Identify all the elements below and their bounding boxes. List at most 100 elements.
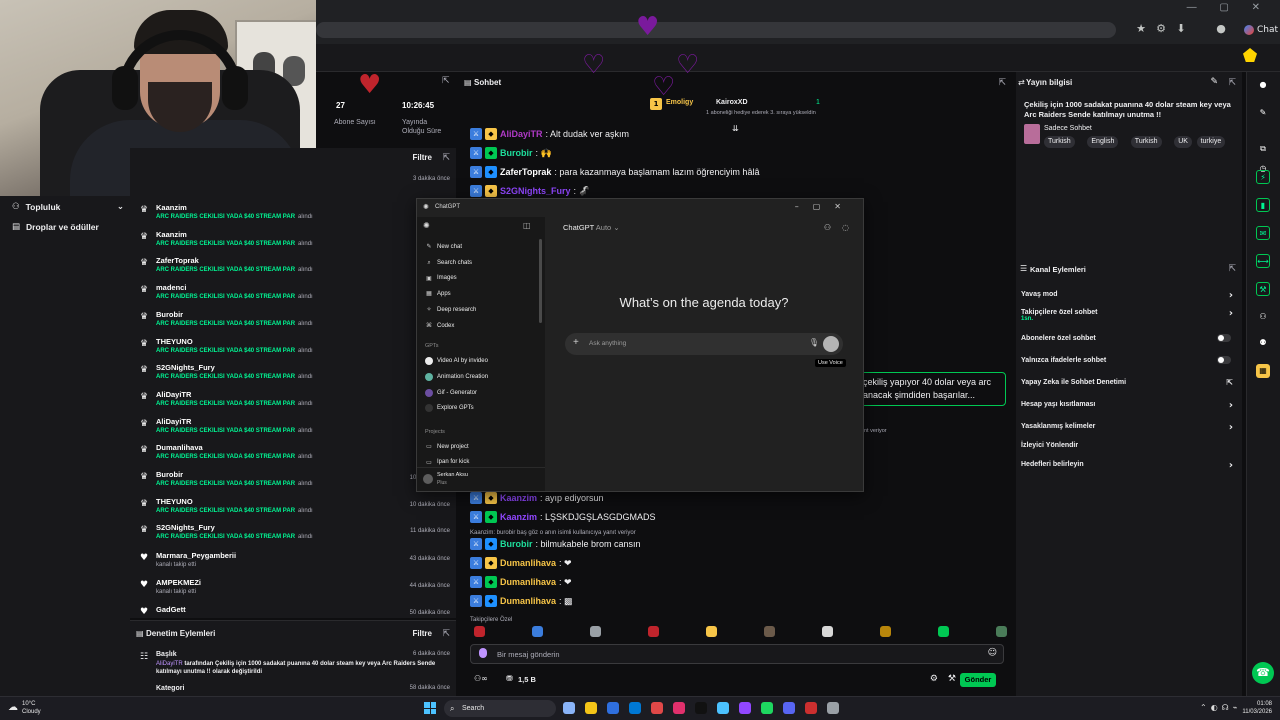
taskbar-app-icon[interactable] [739, 702, 751, 714]
activity-row[interactable]: ♛ THEYUNO ARC RAIDERS CEKILISI YADA $40 ST… [130, 334, 456, 360]
taskbar-app-icon[interactable] [805, 702, 817, 714]
channel-points-icon[interactable]: ⚇∞ [474, 674, 488, 683]
activity-user[interactable]: S2GNights_Fury [156, 363, 215, 372]
temporary-chat-icon[interactable]: ◌ [842, 223, 849, 232]
gpt-item[interactable]: Gif - Generator [425, 388, 477, 397]
emote-icon[interactable] [996, 626, 1007, 637]
taskbar-app-icon[interactable] [563, 702, 575, 714]
lightning-icon[interactable]: ⚡ [1256, 170, 1270, 184]
collapse-icon[interactable]: ⇊ [732, 124, 739, 133]
chatgpt-nav-item[interactable]: ✎ New chat [425, 243, 462, 250]
follow-row[interactable]: ♥ Marmara_Peygamberii kanalı takip etti 43 … [130, 548, 456, 574]
chatgpt-nav-item[interactable]: ⌕ Search chats [425, 259, 472, 267]
stream-tag[interactable]: English [1087, 136, 1119, 148]
emote-bar[interactable] [470, 624, 1007, 640]
start-button[interactable] [424, 702, 436, 714]
activity-row[interactable]: ♛ Kaanzim ARC RAIDERS CEKILISI YADA $40 ST… [130, 227, 456, 253]
wrench-icon[interactable]: ⚒ [1256, 282, 1270, 296]
send-button[interactable]: Gönder [960, 673, 996, 687]
activity-row[interactable]: ♛ madenci ARC RAIDERS CEKILISI YADA $40 ST… [130, 280, 456, 306]
channel-action-row[interactable]: Yalnızca ifadelerle sohbet [1021, 356, 1235, 364]
taskbar-app-icon[interactable] [673, 702, 685, 714]
activity-row[interactable]: ♛ Burobir ARC RAIDERS CEKILISI YADA $40 ST… [130, 307, 456, 333]
stream-tag[interactable]: Turkish [1044, 136, 1075, 148]
activity-user[interactable]: ZaferToprak [156, 256, 199, 265]
star-icon[interactable]: ★ [1134, 22, 1148, 36]
channel-action-row[interactable]: Abonelere özel sohbet [1021, 334, 1235, 342]
stream-tag[interactable]: UK [1174, 136, 1192, 148]
chat-message[interactable]: ⚔ ◆ Kaanzim: ayıp ediyorsun [470, 492, 604, 504]
taskbar-app-icon[interactable] [761, 702, 773, 714]
channel-action-row[interactable]: Takipçilere özel sohbet 1sn. › [1021, 308, 1235, 322]
channel-action-row[interactable]: Yasaklanmış kelimeler › [1021, 422, 1235, 433]
channel-action-row[interactable]: Hesap yaşı kısıtlaması › [1021, 400, 1235, 411]
follower-name[interactable]: Marmara_Peygamberii [156, 551, 236, 560]
chatgpt-titlebar[interactable]: ✺ ChatGPT –▢✕ [417, 199, 863, 217]
mod-tools-icon[interactable]: ⚒ [948, 674, 956, 684]
chat-message[interactable]: ⚔ ◆ S2GNights_Fury: 🦨 [470, 185, 590, 197]
profile-icon[interactable]: ● [1214, 22, 1228, 36]
nav-community[interactable]: ⚇ Topluluk ⌄ [12, 202, 124, 212]
chatgpt-user-menu[interactable]: Serkan Aksu Plus [417, 467, 545, 491]
activity-user[interactable]: Burobir [156, 310, 183, 319]
mod-action-user[interactable]: AliDayiTR [156, 661, 183, 667]
edit-icon[interactable]: ✎ [1256, 106, 1270, 120]
emote-icon[interactable] [822, 626, 833, 637]
activity-user[interactable]: Kaanzim [156, 230, 187, 239]
microphone-icon[interactable]: 🎙 [809, 338, 819, 347]
voice-mode-button[interactable] [823, 336, 839, 352]
raid-icon[interactable]: ⟷ [1256, 254, 1270, 268]
chatgpt-window-controls[interactable]: –▢✕ [795, 202, 855, 211]
activity-row[interactable]: ♛ AliDayiTR ARC RAIDERS CEKILISI YADA $40 … [130, 387, 456, 413]
chat-message[interactable]: ⚔ ◆ AliDayiTR: Alt dudak ver aşkım [470, 128, 629, 140]
emote-icon[interactable] [706, 626, 717, 637]
category-thumbnail[interactable] [1024, 124, 1040, 144]
chatgpt-nav-item[interactable]: ▦ Apps [425, 290, 451, 297]
chat-username[interactable]: Kaanzim [500, 493, 537, 503]
activity-user[interactable]: AliDayiTR [156, 390, 191, 399]
weather-widget[interactable]: ☁ 10°C Cloudy [8, 700, 41, 716]
emote-icon[interactable] [880, 626, 891, 637]
toggle-switch[interactable] [1217, 334, 1231, 342]
window-controls[interactable]: — ▢ ✕ [1187, 2, 1270, 13]
taskbar-search[interactable]: ⌕ Search [444, 700, 556, 717]
popout-icon[interactable]: ⇱ [442, 76, 450, 86]
stream-tag[interactable]: Turkish [1130, 136, 1162, 148]
activity-row[interactable]: ♛ AliDayiTR ARC RAIDERS CEKILISI YADA $40 … [130, 414, 456, 440]
channel-action-row[interactable]: Yapay Zeka ile Sohbet Denetimi ⇱ [1021, 378, 1235, 387]
activity-user[interactable]: Dumanlihava [156, 443, 203, 452]
activity-filter-button[interactable]: Filtre [412, 153, 432, 162]
chat-message[interactable]: ⚔ ◆ Kaanzim: LŞSKDJGŞLASGDGMADS [470, 511, 656, 523]
taskbar-app-icon[interactable] [651, 702, 663, 714]
popout-icon[interactable]: ⇱ [1228, 264, 1236, 274]
mod-actions-filter-button[interactable]: Filtre [412, 629, 432, 638]
popout-icon[interactable]: ⇱ [1228, 78, 1236, 88]
emote-icon[interactable] [474, 626, 485, 637]
taskbar-clock[interactable]: 01:08 11/03/2026 [1242, 700, 1272, 716]
chat-username[interactable]: AliDayiTR [500, 129, 543, 139]
chat-message[interactable]: ⚔ ◆ Dumanlihava: ❤ [470, 557, 572, 569]
gpt-item[interactable]: Explore GPTs [425, 404, 474, 413]
follow-row[interactable]: ♥ AMPEKMEZi kanalı takip etti 44 dakika önc… [130, 575, 456, 601]
nav-drops[interactable]: ▤ Droplar ve ödüller [12, 222, 99, 232]
copy-icon[interactable]: ⧉ [1256, 142, 1270, 156]
emote-picker-icon[interactable]: ☺ [988, 648, 997, 658]
system-tray[interactable]: ⌃◐☊⌁ [1200, 703, 1242, 712]
taskbar-app-icon[interactable] [629, 702, 641, 714]
taskbar-app-icon[interactable] [783, 702, 795, 714]
chat-username[interactable]: S2GNights_Fury [500, 186, 571, 196]
stream-tag[interactable]: turkiye [1196, 136, 1226, 148]
gpt-item[interactable]: Video AI by invideo [425, 357, 488, 365]
popout-icon[interactable]: ⇱ [442, 629, 450, 639]
taskbar-app-icon[interactable] [585, 702, 597, 714]
sidebar-scrollbar[interactable] [539, 239, 542, 323]
openai-logo-icon[interactable]: ✺ [423, 221, 430, 230]
emote-icon[interactable] [938, 626, 949, 637]
taskbar-app-icon[interactable] [607, 702, 619, 714]
chat-username[interactable]: ZaferToprak [500, 167, 551, 177]
taskbar-app-icon[interactable] [827, 702, 839, 714]
chat-username[interactable]: Dumanlihava [500, 577, 556, 587]
emote-icon[interactable] [648, 626, 659, 637]
emote-icon[interactable] [590, 626, 601, 637]
bits-icon[interactable] [479, 648, 487, 658]
